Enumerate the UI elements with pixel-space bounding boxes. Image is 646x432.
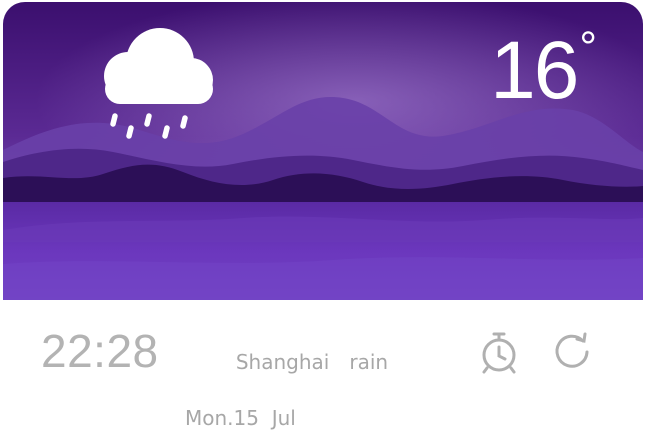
rain-cloud-icon xyxy=(104,28,213,139)
weather-banner: 16° xyxy=(3,2,643,300)
weather-condition: rain xyxy=(349,350,389,374)
info-footer: 22:28 Shanghai rain Mon.15 Jul xyxy=(3,300,643,430)
alarm-clock-icon xyxy=(482,332,516,374)
alarm-button[interactable] xyxy=(479,330,519,374)
refresh-button[interactable] xyxy=(553,330,593,374)
weather-widget: 16° 22:28 Shanghai rain Mon.15 Jul xyxy=(3,2,643,430)
temperature-unit: ° xyxy=(579,23,597,72)
date-text: Mon.15 Jul xyxy=(185,406,296,430)
clock-time: 22:28 xyxy=(41,325,159,377)
location-date: Shanghai rain Mon.15 Jul xyxy=(185,320,388,432)
temperature-display: 16° xyxy=(490,25,597,116)
city-name: Shanghai xyxy=(235,350,330,374)
refresh-icon xyxy=(555,332,589,368)
temperature-value: 16 xyxy=(490,25,579,116)
